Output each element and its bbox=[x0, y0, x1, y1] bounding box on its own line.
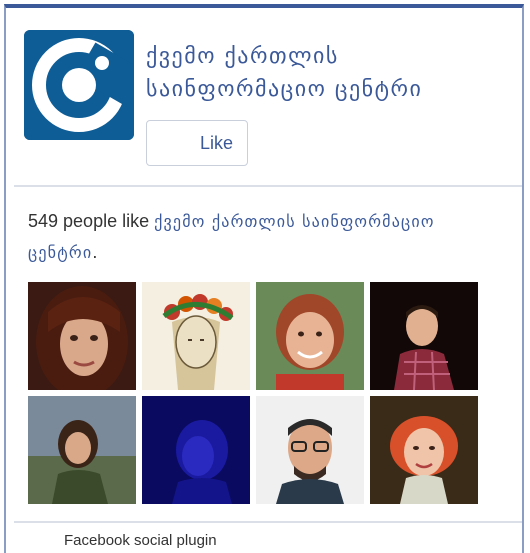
avatar-blue-tinted-person-icon[interactable] bbox=[142, 396, 250, 504]
avatar-man-plaid-shirt-icon[interactable] bbox=[370, 282, 478, 390]
like-button-label: Like bbox=[199, 133, 233, 153]
fan-grid bbox=[28, 282, 488, 504]
facebook-social-plugin-label[interactable]: Facebook social plugin bbox=[64, 532, 217, 549]
avatar-woman-dark-hair-icon[interactable] bbox=[28, 282, 136, 390]
avatar-flower-crown-drawing-icon[interactable] bbox=[142, 282, 250, 390]
fan-count: 549 people like ქვემო ქართლის საინფორმაც… bbox=[28, 206, 498, 268]
avatar-man-glasses-icon[interactable] bbox=[256, 396, 364, 504]
divider bbox=[14, 521, 522, 523]
facebook-like-box: ქვემო ქართლის საინფორმაციო ცენტრი Like 5… bbox=[4, 4, 524, 553]
page-header: ქვემო ქართლის საინფორმაციო ცენტრი Like bbox=[24, 30, 514, 180]
avatar-woman-smiling-icon[interactable] bbox=[256, 282, 364, 390]
fan-count-trailing: . bbox=[92, 242, 98, 262]
fan-count-text: 549 people like bbox=[28, 211, 155, 231]
avatar-woman-outdoors-icon[interactable] bbox=[28, 396, 136, 504]
page-name-link[interactable]: ქვემო ქართლის საინფორმაციო ცენტრი bbox=[146, 40, 506, 106]
page-logo-icon[interactable] bbox=[24, 30, 134, 140]
avatar-woman-red-hair-icon[interactable] bbox=[370, 396, 478, 504]
divider bbox=[14, 185, 522, 187]
like-button[interactable]: Like bbox=[146, 120, 248, 166]
